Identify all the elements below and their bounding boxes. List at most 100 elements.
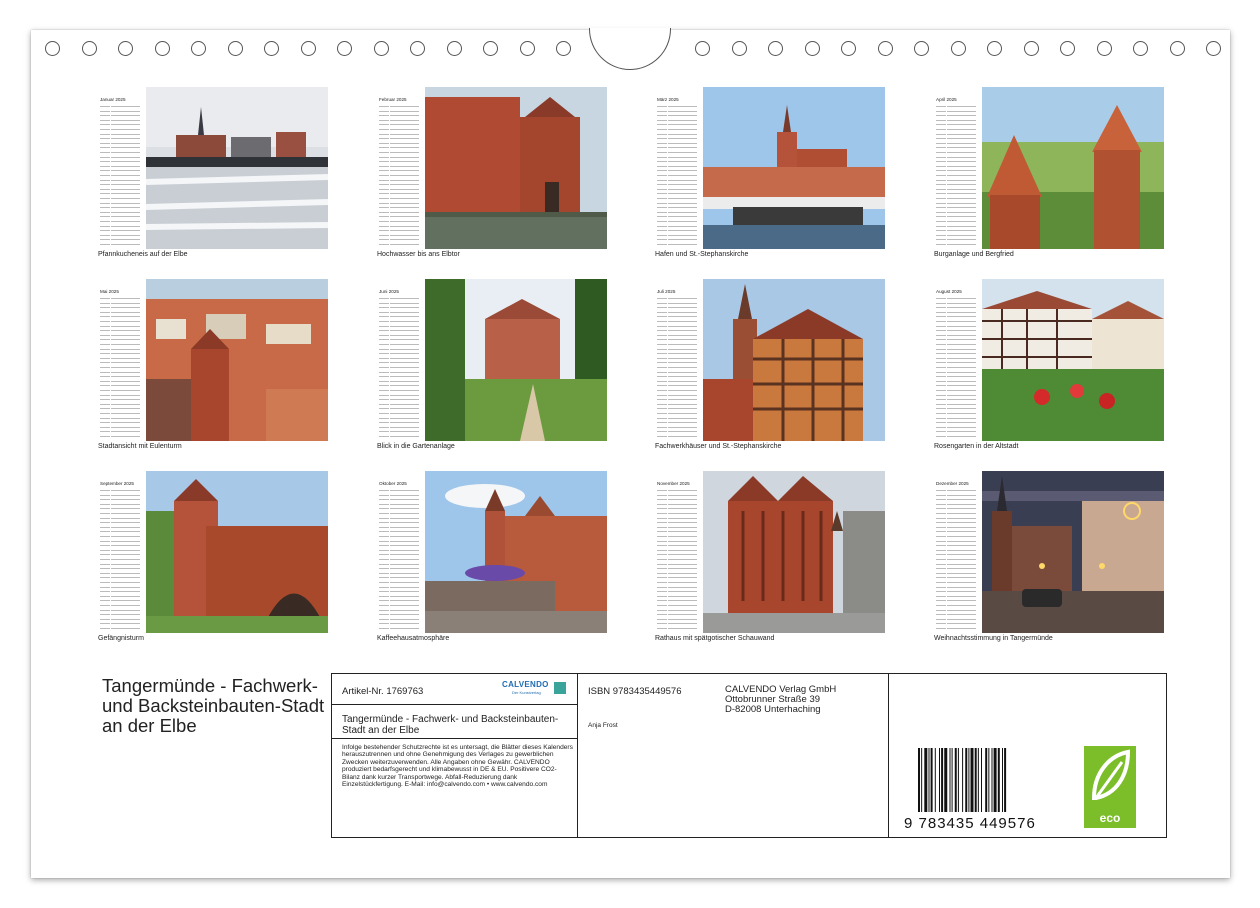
calendar-note-line <box>390 540 419 542</box>
calendar-day-line <box>379 526 389 528</box>
month-panel-aug: August 2025 Rosengarten in der Altstadt <box>934 279 1164 454</box>
calendar-day-line <box>936 321 946 322</box>
calendar-note-line <box>947 577 976 579</box>
calendar-day-line <box>936 115 946 117</box>
calendar-day-line <box>936 330 946 332</box>
calendar-note-line <box>390 623 419 625</box>
calendar-day-line <box>100 307 110 309</box>
calendar-day-line <box>379 623 389 625</box>
calendar-day-line <box>379 225 389 227</box>
calendar-note-line <box>390 385 419 387</box>
calendar-day-line <box>379 618 389 620</box>
calendar-note-line <box>947 582 976 583</box>
calendar-day-line <box>379 436 389 437</box>
calendar-note-line <box>111 403 140 405</box>
calendar-note-line <box>947 321 976 322</box>
calendar-note-line <box>947 494 976 496</box>
month-photo <box>146 471 328 633</box>
calendar-day-line <box>100 591 110 593</box>
calendar-note-line <box>111 124 140 126</box>
calvendo-logo-sub: Der Kunstverlag <box>512 690 541 695</box>
calendar-day-line <box>379 244 389 245</box>
month-photo <box>425 471 607 633</box>
calendar-note-line <box>947 334 976 336</box>
calendar-note-line <box>947 344 976 345</box>
calendar-note-line <box>111 357 140 359</box>
calendar-day-line <box>379 133 389 135</box>
calendar-day-line <box>379 549 389 551</box>
calendar-day-line <box>379 572 389 574</box>
calendar-note-line <box>111 234 140 236</box>
calendar-day-line <box>936 503 946 505</box>
calendar-day-line <box>100 522 110 524</box>
calendar-note-line <box>668 436 697 437</box>
calendar-sheet: Januar 2025 Pfannkucheneis auf der Elbe F… <box>31 28 1230 878</box>
calendar-note-line <box>668 115 697 117</box>
calendar-note-line <box>111 367 140 368</box>
calendar-note-line <box>111 119 140 121</box>
calendar-day-line <box>379 147 389 149</box>
calendar-day-line <box>657 321 667 322</box>
calendar-day-line <box>379 614 389 616</box>
calendar-note-line <box>947 230 976 232</box>
calendar-day-line <box>657 549 667 551</box>
calendar-day-line <box>936 221 946 222</box>
calendar-day-line <box>379 124 389 126</box>
calendar-day-line <box>657 436 667 437</box>
calendar-day-line <box>657 559 667 560</box>
calendar-day-line <box>100 503 110 505</box>
calendar-month-title: Juni 2025 <box>379 289 399 294</box>
calendar-day-line <box>657 431 667 433</box>
month-panel-jan: Januar 2025 Pfannkucheneis auf der Elbe <box>98 87 328 262</box>
calendar-day-line <box>936 353 946 355</box>
calendar-note-line <box>668 353 697 355</box>
calendar-note-line <box>947 302 976 304</box>
calendar-day-line <box>100 568 110 570</box>
calendar-note-line <box>668 221 697 222</box>
calendar-day-line <box>100 344 110 345</box>
calendar-note-line <box>947 572 976 574</box>
calendar-day-line <box>379 380 389 382</box>
binding-ring <box>191 41 206 56</box>
calendar-day-line <box>657 147 667 149</box>
calendar-day-line <box>657 165 667 167</box>
calendar-day-line <box>379 311 389 313</box>
calendar-note-line <box>947 385 976 387</box>
calendar-note-line <box>390 554 419 556</box>
calendar-day-line <box>657 572 667 574</box>
calendar-day-line <box>100 179 110 181</box>
calendar-note-line <box>390 202 419 204</box>
calendar-day-line <box>100 499 110 501</box>
calendar-day-line <box>379 600 389 602</box>
calendar-note-line <box>390 298 419 299</box>
calendar-day-line <box>100 202 110 204</box>
calendar-day-line <box>936 390 946 391</box>
calendar-note-line <box>668 156 697 158</box>
calendar-note-line <box>947 568 976 570</box>
calendar-note-line <box>390 517 419 519</box>
calendar-note-line <box>111 115 140 117</box>
calendar-day-line <box>657 170 667 172</box>
calendar-day-line <box>936 536 946 537</box>
calendar-note-line <box>111 422 140 424</box>
calendar-note-line <box>390 207 419 209</box>
calendar-day-line <box>379 344 389 345</box>
calendar-day-line <box>936 156 946 158</box>
info-divider <box>332 704 577 705</box>
calendar-note-line <box>947 390 976 391</box>
calendar-note-line <box>390 156 419 158</box>
calendar-note-line <box>668 403 697 405</box>
calendar-note-line <box>111 508 140 510</box>
calendar-day-line <box>936 559 946 560</box>
calendar-day-line <box>657 517 667 519</box>
calendar-day-line <box>936 216 946 218</box>
calendar-note-line <box>947 403 976 405</box>
calendar-day-line <box>936 618 946 620</box>
calendar-day-line <box>100 298 110 299</box>
calendar-day-line <box>936 436 946 437</box>
calendar-day-line <box>379 207 389 209</box>
calendar-day-line <box>936 605 946 606</box>
calendar-note-line <box>390 586 419 588</box>
calendar-note-line <box>111 417 140 419</box>
calendar-note-line <box>390 513 419 514</box>
